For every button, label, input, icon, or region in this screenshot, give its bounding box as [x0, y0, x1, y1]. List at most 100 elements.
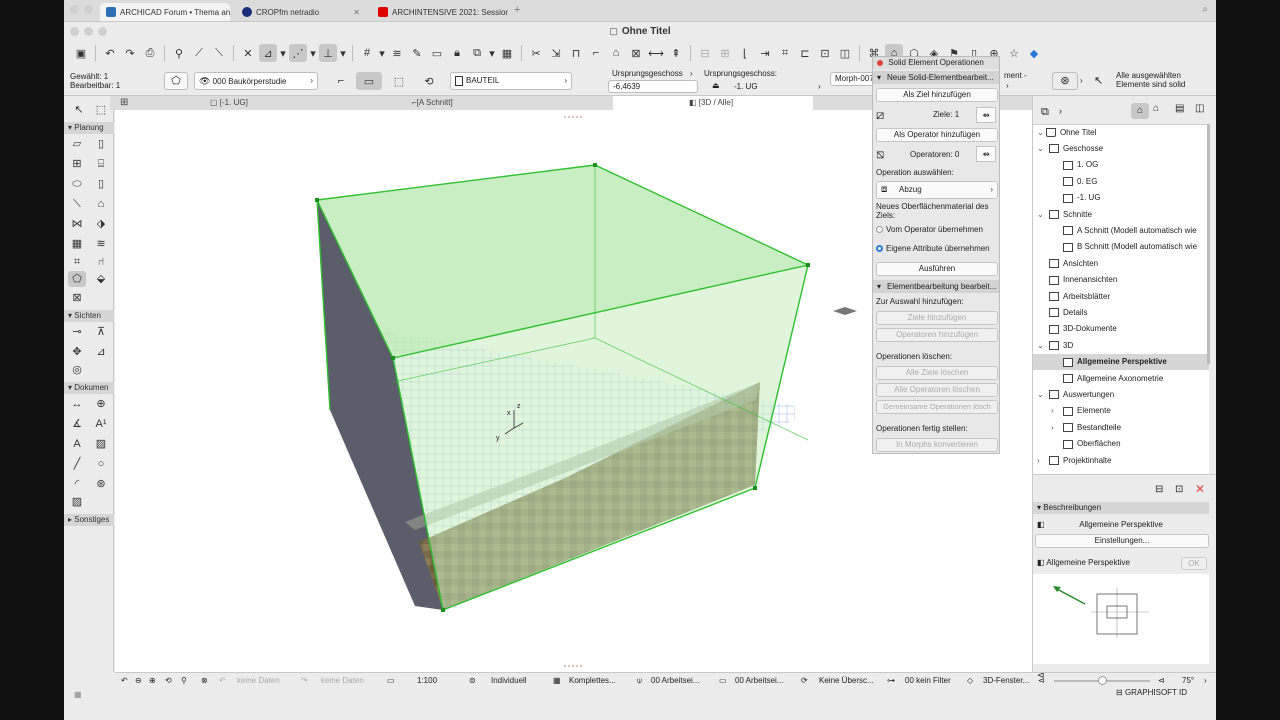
figure-tool-icon[interactable]: ▨ [68, 494, 86, 510]
mesh-tool-icon[interactable]: ⌗ [68, 254, 86, 270]
tree-item[interactable]: 3D-Dokumente [1033, 321, 1209, 337]
new-folder-icon[interactable]: ⊟ [1155, 484, 1163, 495]
tab-overview-icon[interactable]: ⊞ [120, 96, 134, 110]
chevron-down-icon[interactable]: ▾ [378, 44, 386, 62]
chevron-right-icon[interactable]: › [1051, 420, 1054, 436]
layout-book-icon[interactable]: ▤ [1175, 103, 1184, 114]
override-value[interactable]: Keine Übersc... [819, 675, 874, 687]
split-icon[interactable]: ✂ [527, 44, 545, 62]
box-method-icon[interactable]: ▭ [356, 72, 382, 90]
intersect-icon[interactable]: ⊓ [567, 44, 585, 62]
arc-tool-icon[interactable]: ◜ [68, 476, 86, 492]
radial-dimension-tool-icon[interactable]: ∡ [68, 416, 86, 432]
palette-close-dot[interactable] [877, 60, 883, 66]
add-operators-button[interactable]: Operatoren hinzufügen [876, 328, 998, 342]
zoom-in-icon[interactable]: ⊕ [149, 675, 156, 687]
tree-item[interactable]: › Projektinhalte [1033, 453, 1209, 469]
rotate-icon[interactable]: ⟲ [420, 72, 438, 90]
teamwork-icon[interactable]: ◆ [1025, 44, 1043, 62]
chevron-right-icon[interactable]: › [1204, 675, 1207, 687]
clone-icon[interactable]: ⊡ [1175, 484, 1183, 495]
railing-tool-icon[interactable]: ≋ [92, 236, 110, 252]
fillet-icon[interactable]: ⌐ [587, 44, 605, 62]
window-close-dot[interactable] [70, 27, 79, 36]
solid-ops-icon[interactable]: ◫ [836, 44, 854, 62]
operation-select[interactable]: ⧈ Abzug › [876, 181, 998, 199]
3d-window-value[interactable]: 3D-Fenster... [983, 675, 1029, 687]
interior-elevation-tool-icon[interactable]: ✥ [68, 344, 86, 360]
tree-item[interactable]: 1. OG [1033, 157, 1209, 173]
section-edit-operation[interactable]: ▾ Elementbearbeitung bearbeit... [873, 280, 999, 293]
walk-icon[interactable]: ⚲ [181, 675, 187, 687]
tree-item[interactable]: › Bestandteile [1033, 420, 1209, 436]
tree-item[interactable]: Ansichten [1033, 256, 1209, 272]
tree-item[interactable]: Oberflächen [1033, 436, 1209, 452]
building-material-selector[interactable]: BAUTEIL › [450, 72, 572, 90]
chevron-right-icon[interactable]: › [1080, 76, 1083, 85]
new-tab-icon[interactable]: + [514, 4, 520, 16]
section-tool-icon[interactable]: ⊸ [68, 324, 86, 340]
tree-item[interactable]: B Schnitt (Modell automatisch wie [1033, 239, 1209, 255]
chevron-right-icon[interactable]: › [690, 69, 693, 78]
browser-tab[interactable]: ARCHINTENSIVE 2021: Session ✕ [372, 3, 508, 21]
layer-combo-1[interactable]: 00 Arbeitsei... [651, 675, 699, 687]
chevron-right-icon[interactable]: › [1037, 453, 1040, 469]
adjust-icon[interactable]: ⇲ [547, 44, 565, 62]
redo-icon[interactable]: ↷ [121, 44, 139, 62]
browser-tab[interactable]: ARCHICAD Forum • Thema anz ✕ [100, 3, 230, 21]
syringe-icon[interactable]: ⟋ [190, 44, 208, 62]
chevron-down-icon[interactable]: ▾ [279, 44, 287, 62]
chevron-right-icon[interactable]: › [818, 82, 821, 91]
tree-item[interactable]: A Schnitt (Modell automatisch wie [1033, 223, 1209, 239]
door-tool-icon[interactable]: ▯ [92, 136, 110, 152]
level-dimension-tool-icon[interactable]: ⊕ [92, 396, 110, 412]
slider-thumb[interactable] [1098, 676, 1107, 685]
arrow-tool-icon[interactable]: ↖ [70, 102, 88, 118]
tree-item[interactable]: Allgemeine Axonometrie [1033, 371, 1209, 387]
section-new-operation[interactable]: ▾ Neue Solid-Elementbearbeit... [873, 71, 999, 84]
window-close-dot[interactable] [70, 5, 79, 14]
publisher-sets-icon[interactable]: ◫ [1195, 103, 1204, 114]
slab-tool-icon[interactable]: ⬭ [68, 176, 86, 192]
label-tool-icon[interactable]: A¹ [92, 416, 110, 432]
view-map-icon[interactable]: ⌂ [1153, 103, 1159, 114]
suspend-groups-icon[interactable]: ▦ [498, 44, 516, 62]
operator-select-icon[interactable]: ⇴ [976, 146, 996, 162]
close-icon[interactable]: ✕ [349, 8, 360, 17]
flip-icon[interactable]: ⌊ [736, 44, 754, 62]
tree-item[interactable]: Arbeitsblätter [1033, 289, 1209, 305]
marquee-icon[interactable]: ▭ [428, 44, 446, 62]
stretch-icon[interactable]: ⇥ [756, 44, 774, 62]
elevation-tool-icon[interactable]: ⊼ [92, 324, 110, 340]
tree-item[interactable]: Allgemeine Perspektive [1033, 354, 1209, 371]
add-targets-button[interactable]: Ziele hinzufügen [876, 311, 998, 325]
worksheet-tool-icon[interactable]: ⊿ [92, 344, 110, 360]
solid-icon[interactable]: ⊛ [1052, 72, 1078, 90]
toolbox-section-planung[interactable]: ▾ Planung [64, 122, 114, 134]
toolbox-section-sichten[interactable]: ▾ Sichten [64, 310, 114, 322]
search-icon[interactable]: ⌕ [1202, 4, 1208, 15]
elevate-icon[interactable]: ⇞ [667, 44, 685, 62]
zone-tool-icon[interactable]: ⬙ [92, 271, 110, 287]
chevron-down-icon[interactable]: ▾ [339, 44, 347, 62]
chevron-right-icon[interactable]: › [1051, 403, 1054, 419]
gravity-icon[interactable]: ⊥ [319, 44, 337, 62]
toolbox-section-dokumen[interactable]: ▾ Dokumen [64, 382, 114, 394]
model-view-value[interactable]: Komplettes... [569, 675, 616, 687]
convert-morphs-button[interactable]: In Morphs konvertieren [876, 438, 998, 452]
chevron-right-icon[interactable]: › [1006, 81, 1009, 90]
chevron-down-icon[interactable]: ⌄ [1037, 207, 1044, 223]
circle-tool-icon[interactable]: ○ [92, 456, 110, 472]
window-minimize-dot[interactable] [84, 27, 93, 36]
save-icon[interactable]: ▣ [72, 44, 90, 62]
browser-tab[interactable]: CROPfm netradio ✕ [236, 3, 366, 21]
curtain-icon[interactable]: ⊡ [816, 44, 834, 62]
tab-3d[interactable]: ◧ [3D / Alle] [613, 96, 813, 110]
object-tool-icon[interactable]: ⑁ [92, 254, 110, 270]
shell-tool-icon[interactable]: ⋈ [68, 216, 86, 232]
chevron-down-icon[interactable]: ⌄ [1037, 387, 1044, 403]
tab-floorplan[interactable]: ▢ [-1. UG] [210, 96, 310, 110]
graphisoft-id-icon[interactable]: ⊟ GRAPHISOFT ID [1116, 688, 1187, 697]
pick-up-icon[interactable]: ⚲ [170, 44, 188, 62]
group-icon[interactable]: ⧉ [468, 44, 486, 62]
